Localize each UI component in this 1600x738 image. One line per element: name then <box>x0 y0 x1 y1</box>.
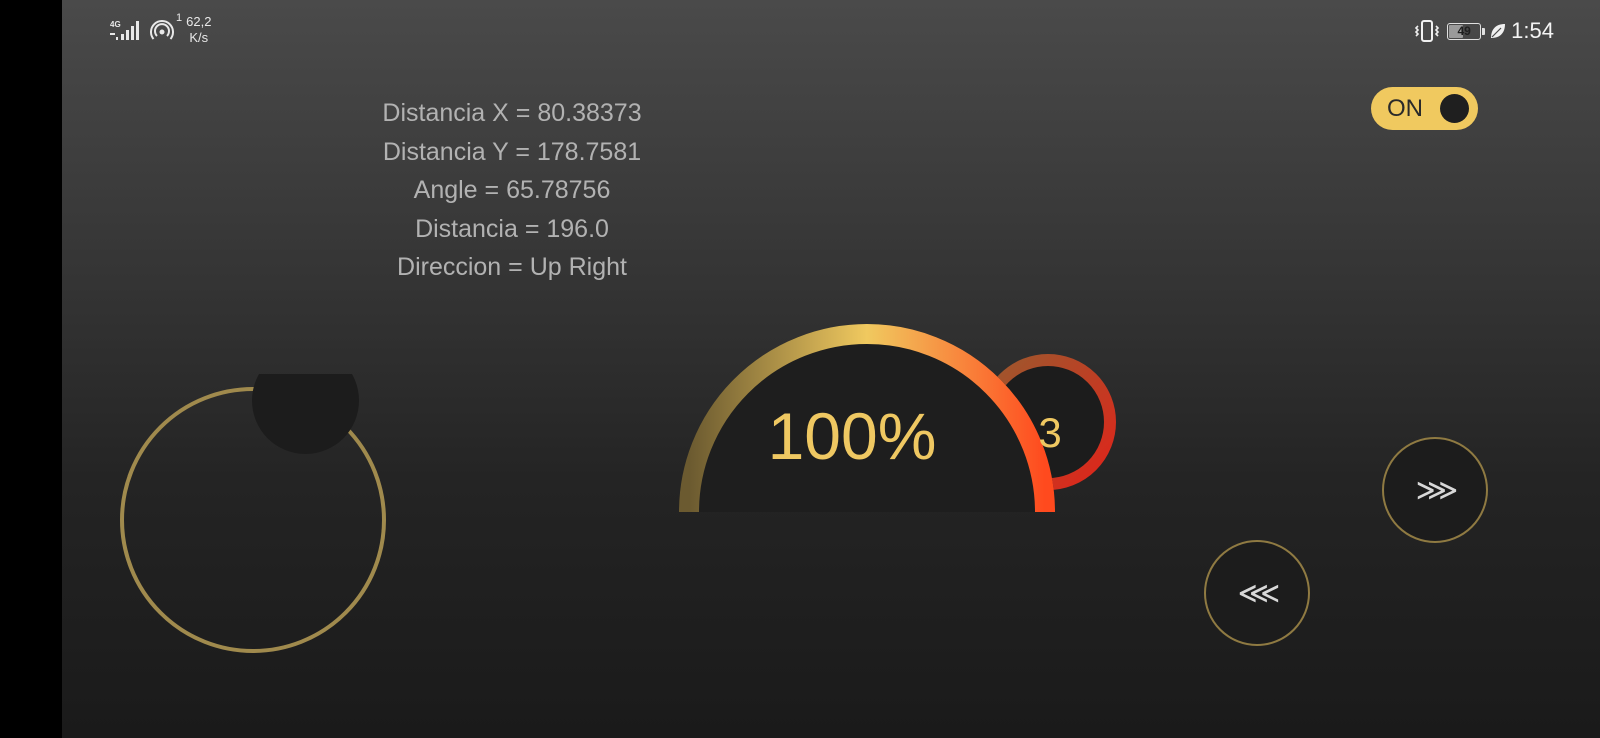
hotspot-count: 1 <box>176 12 183 24</box>
joystick-knob[interactable] <box>252 374 359 454</box>
forward-button[interactable]: ⋙ <box>1382 437 1488 543</box>
distance-x-text: Distancia X = 80.38373 <box>382 99 642 127</box>
network-speed: 62,2 K/s <box>186 14 211 46</box>
gear-number: 3 <box>1038 409 1062 456</box>
vibrate-icon <box>1415 20 1440 42</box>
distance-text: Distancia = 196.0 <box>415 214 609 243</box>
status-bar-left: 4G 1 62,2 K/s <box>110 12 211 48</box>
toggle-knob <box>1440 94 1469 123</box>
status-bar-right: 49 1:54 <box>1413 14 1554 48</box>
toggle-label: ON <box>1387 95 1423 122</box>
leaf-icon <box>1491 24 1506 38</box>
hotspot-icon <box>150 20 174 40</box>
clock: 1:54 <box>1511 18 1554 43</box>
speed-unit: K/s <box>189 30 209 45</box>
speed-value: 62,2 <box>186 14 212 29</box>
signal-4g-icon: 4G <box>110 20 139 40</box>
triple-chevron-left-icon: ⋘ <box>1237 575 1281 611</box>
joystick-knob-clip <box>252 374 362 454</box>
app-screen: 4G 1 62,2 K/s 49 1:54 Distancia X = 80.3… <box>62 0 1600 738</box>
distance-y-text: Distancia Y = 178.7581 <box>382 137 642 166</box>
network-type-label: 4G <box>110 20 121 29</box>
back-button[interactable]: ⋘ <box>1204 540 1310 646</box>
direction-text: Direccion = Up Right <box>397 253 627 281</box>
battery-level: 49 <box>1457 24 1471 38</box>
battery-tip <box>1482 27 1486 35</box>
joystick-readout: Distancia X = 80.38373 Distancia Y = 178… <box>332 94 692 287</box>
throttle-percent: 100% <box>767 399 937 473</box>
angle-text: Angle = 65.78756 <box>413 176 611 204</box>
triple-chevron-right-icon: ⋙ <box>1415 472 1459 508</box>
power-toggle[interactable]: ON <box>1371 87 1478 130</box>
battery-icon: 49 <box>1447 22 1482 40</box>
